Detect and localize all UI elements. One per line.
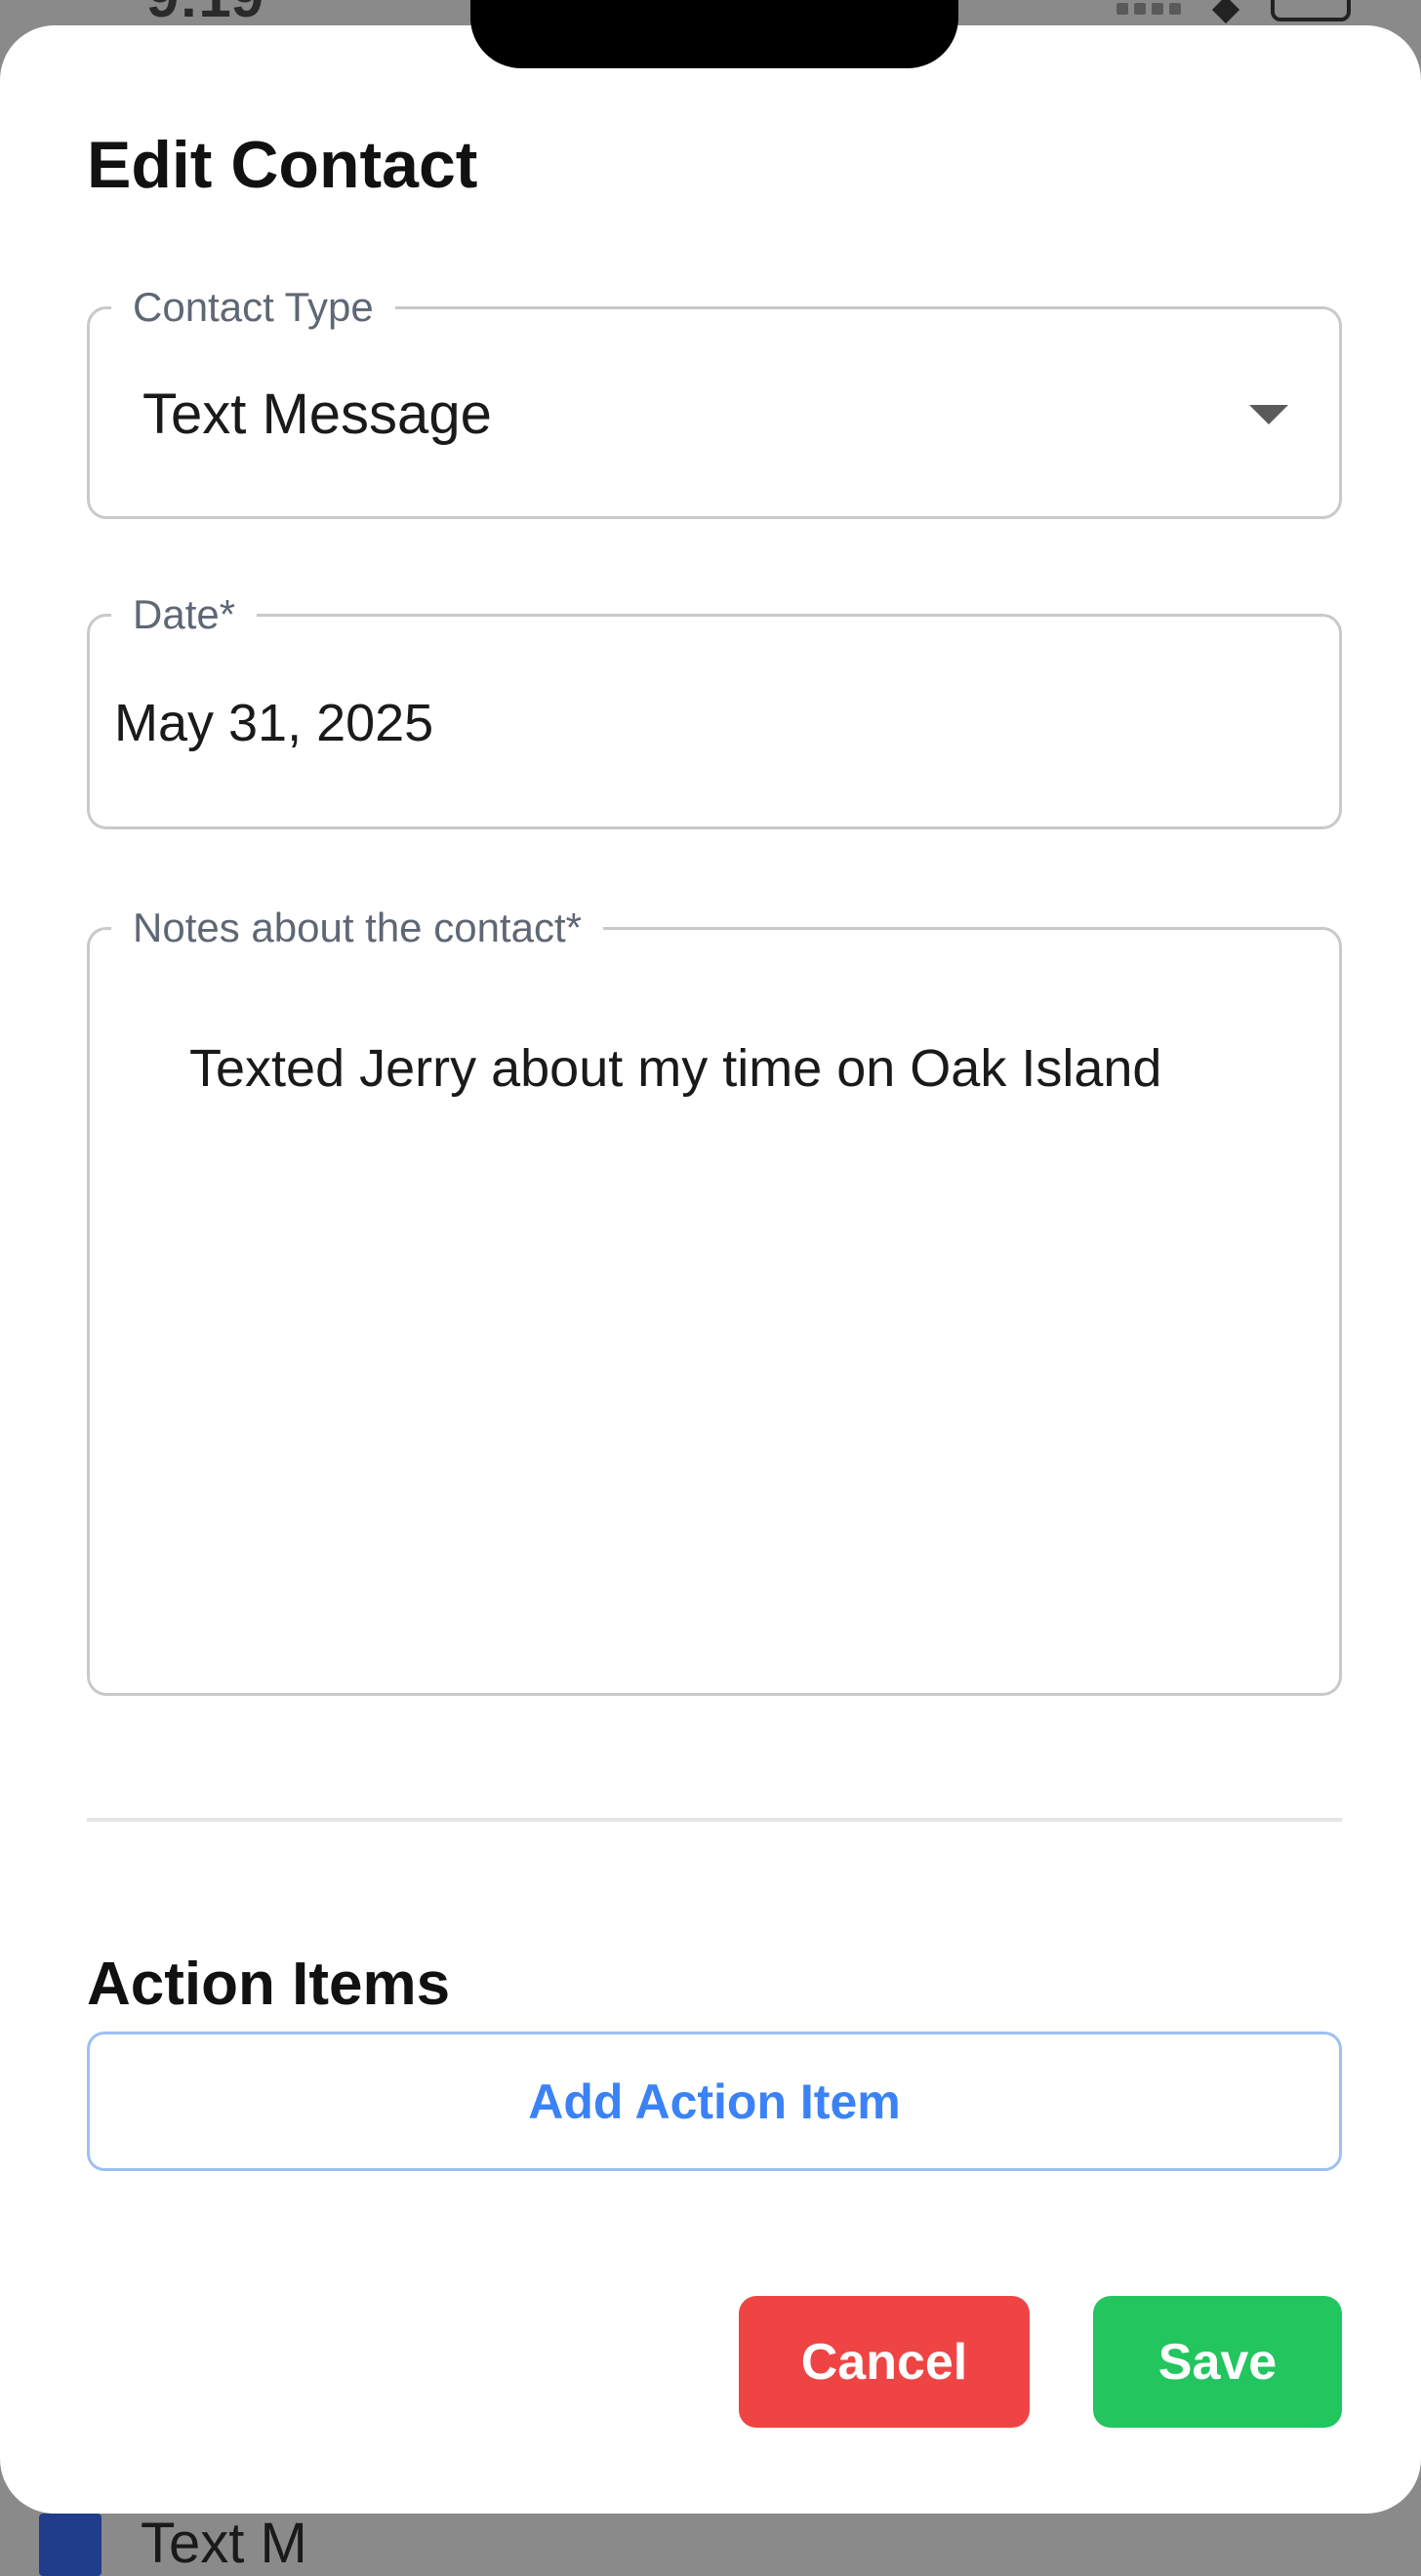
modal-title: Edit Contact	[87, 128, 478, 202]
save-button[interactable]: Save	[1093, 2296, 1342, 2428]
background-list-row: Text M	[39, 2511, 307, 2576]
notes-textarea[interactable]: Notes about the contact* Texted Jerry ab…	[87, 905, 1342, 1696]
chevron-down-icon[interactable]	[1249, 405, 1288, 424]
wifi-icon	[1206, 0, 1245, 23]
date-value: May 31, 2025	[114, 694, 434, 752]
date-field[interactable]: Date* May 31, 2025	[87, 591, 1342, 829]
section-divider	[87, 1818, 1342, 1822]
contact-type-value: Text Message	[142, 382, 492, 446]
cancel-button[interactable]: Cancel	[739, 2296, 1030, 2428]
background-row-text: Text M	[141, 2511, 307, 2575]
status-icons	[1116, 0, 1351, 23]
device-notch	[470, 0, 958, 68]
signal-icon	[1116, 3, 1181, 15]
action-items-heading: Action Items	[87, 1951, 451, 2018]
contact-type-select[interactable]: Contact Type Text Message	[87, 284, 1342, 519]
notes-label: Notes about the contact*	[111, 905, 603, 951]
battery-icon	[1271, 0, 1351, 21]
contact-type-icon	[39, 2514, 102, 2576]
contact-type-label: Contact Type	[111, 284, 395, 331]
notes-value: Texted Jerry about my time on Oak Island	[189, 1039, 1162, 1098]
add-action-item-button[interactable]: Add Action Item	[87, 2032, 1342, 2171]
edit-contact-sheet: Edit Contact Contact Type Text Message D…	[0, 25, 1421, 2514]
date-label: Date*	[111, 591, 258, 638]
